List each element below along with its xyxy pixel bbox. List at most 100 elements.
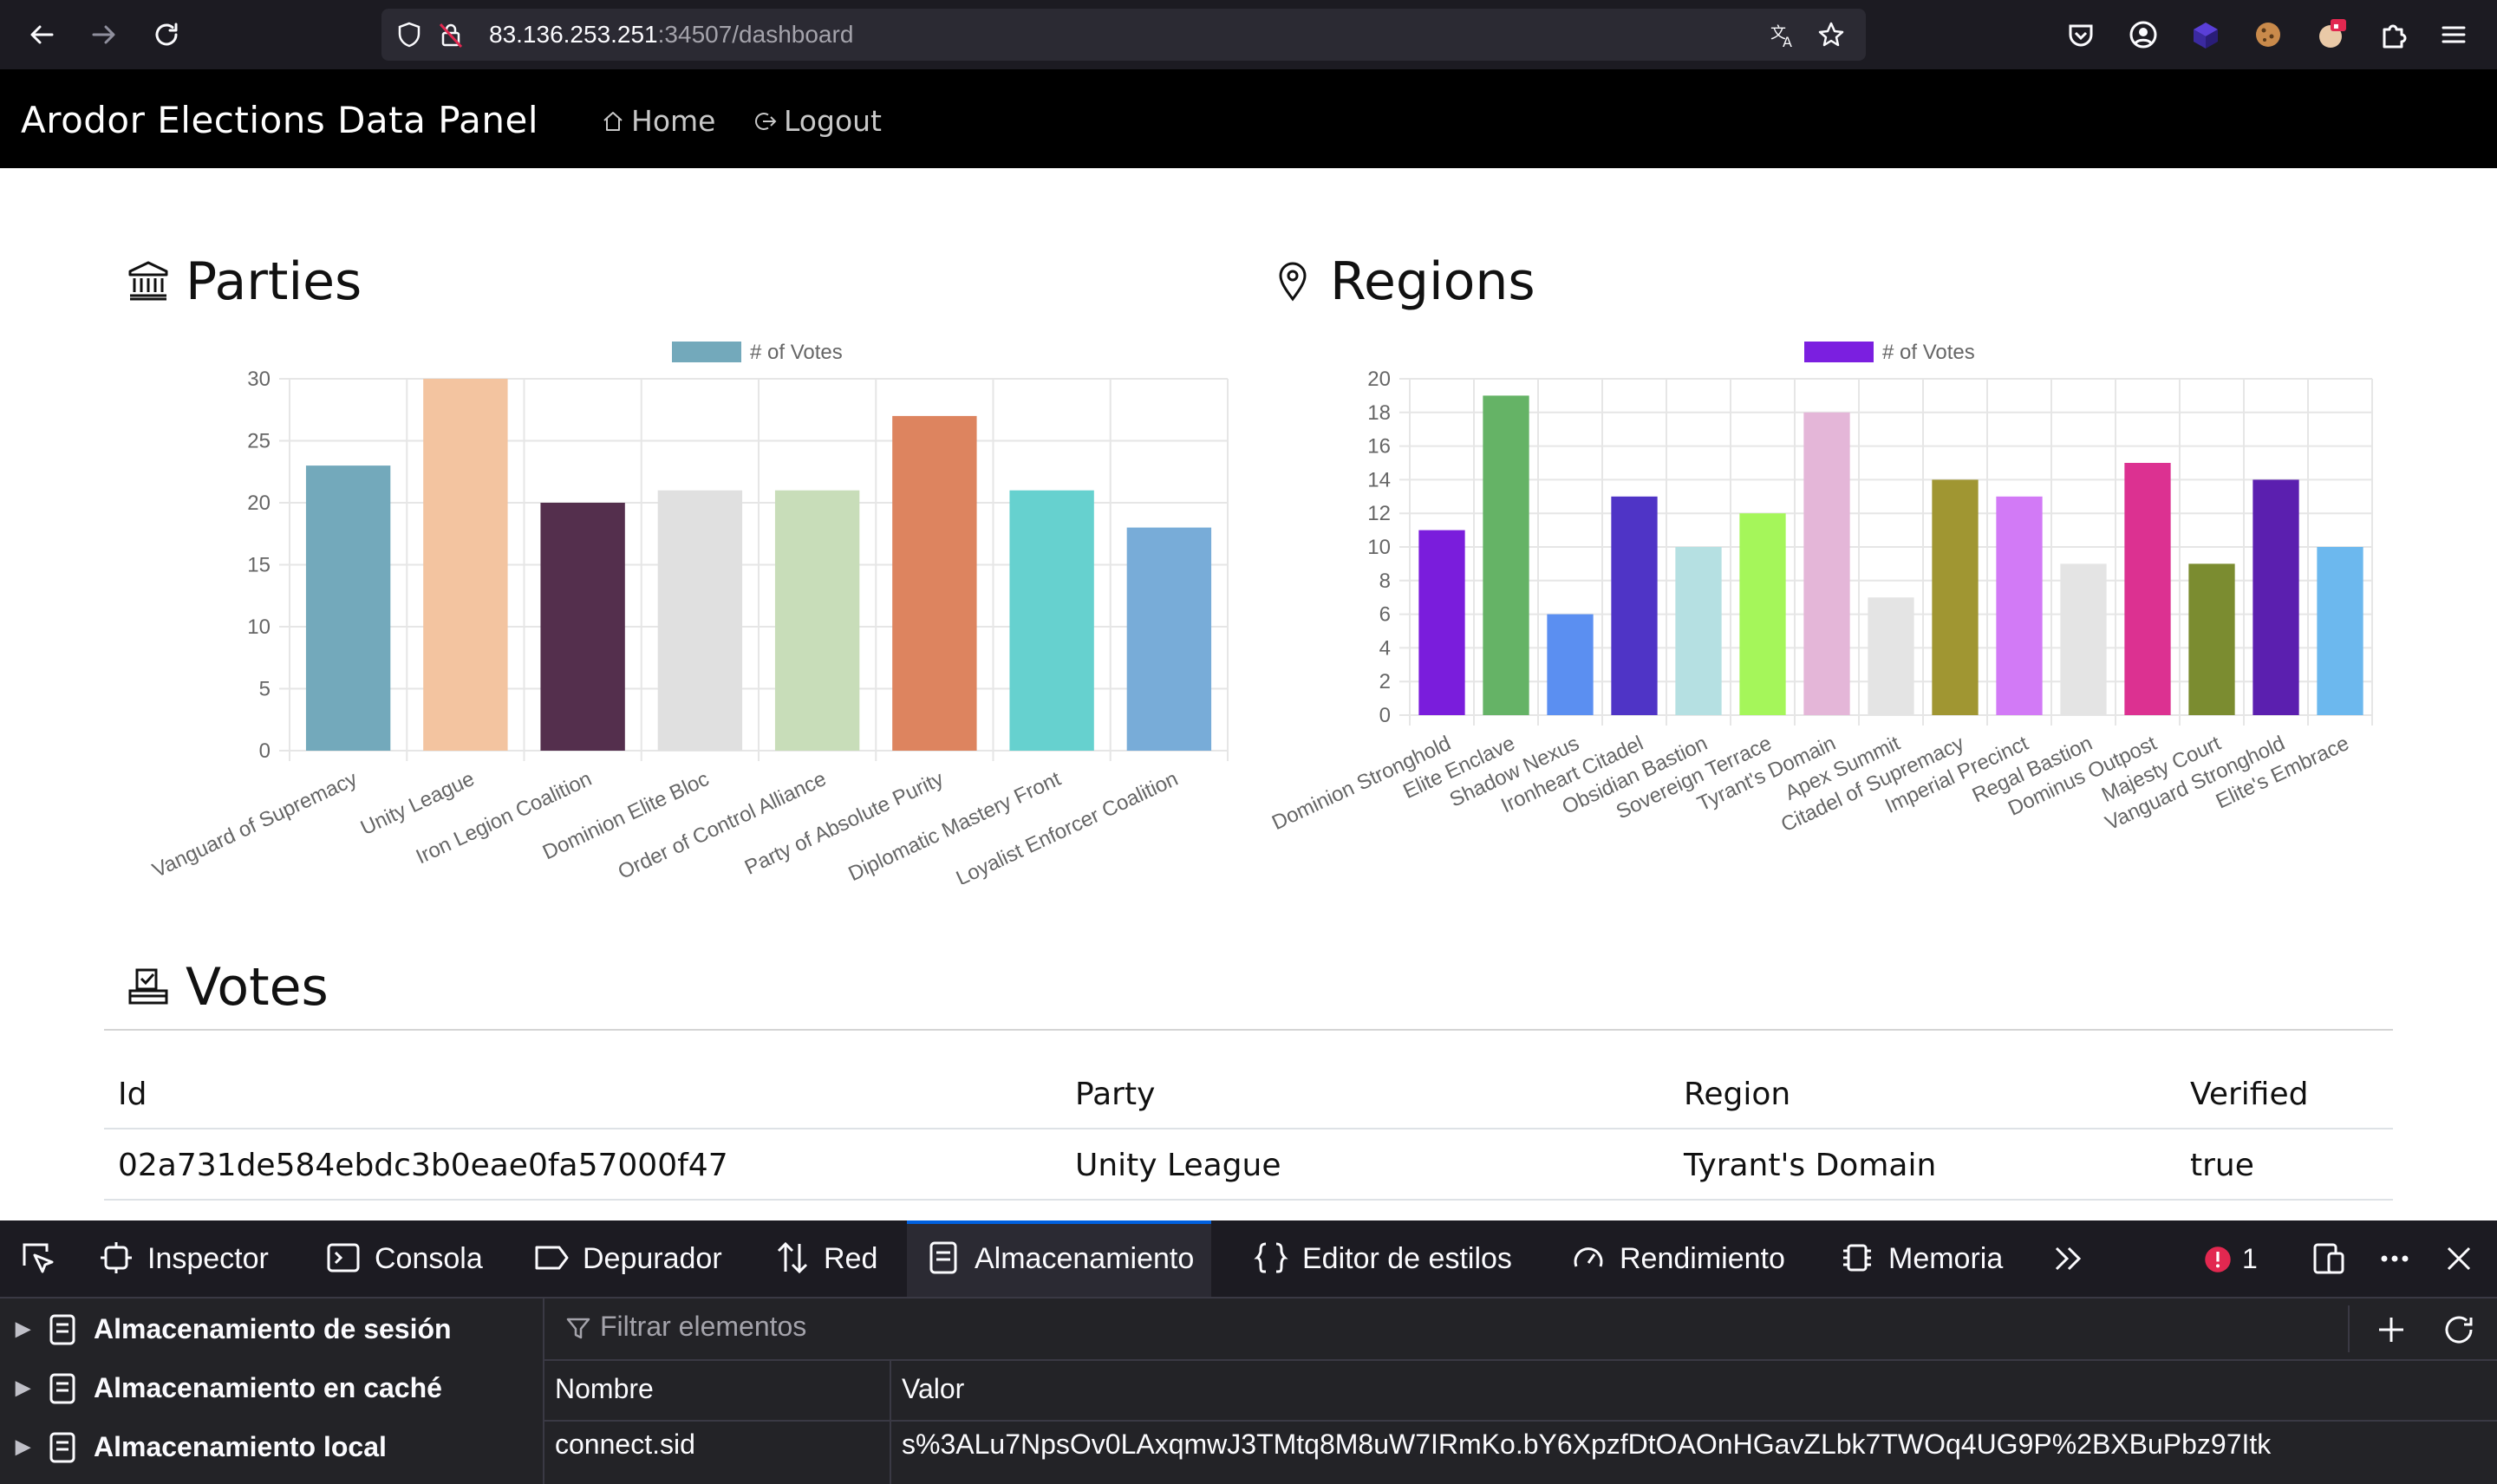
- insecure-lock-icon[interactable]: [437, 21, 465, 49]
- expand-triangle-icon[interactable]: ▶: [16, 1357, 30, 1418]
- extension-badge-icon[interactable]: ▪: [2313, 17, 2348, 52]
- parties-ytick-label: 0: [259, 739, 271, 763]
- regions-bar: [1611, 496, 1658, 715]
- nav-logout-label: Logout: [784, 104, 882, 138]
- chevrons-right-icon[interactable]: [2050, 1240, 2088, 1278]
- star-icon[interactable]: [1817, 21, 1845, 49]
- regions-heading: Regions: [1271, 251, 1535, 312]
- column-header-value[interactable]: Valor: [902, 1373, 964, 1405]
- tab-console[interactable]: Consola: [324, 1220, 483, 1297]
- vote-cell-region: Tyrant's Domain: [1684, 1148, 1937, 1183]
- votes-header-region: Region: [1684, 1077, 1791, 1112]
- storage-row-value[interactable]: s%3ALu7NpsOv0LAxqmwJ3TMtq8M8uW7IRmKo.bY6…: [902, 1429, 2271, 1461]
- url-path: :34507/dashboard: [657, 21, 854, 48]
- bank-icon: [128, 261, 168, 301]
- regions-ytick-label: 10: [1367, 536, 1391, 559]
- tab-storage-label: Almacenamiento: [975, 1242, 1195, 1275]
- tab-performance[interactable]: Rendimiento: [1569, 1220, 1785, 1297]
- add-icon[interactable]: [2372, 1311, 2410, 1349]
- votes-heading-text: Votes: [186, 957, 329, 1018]
- brand-title[interactable]: Arodor Elections Data Panel: [21, 99, 538, 141]
- votes-divider: [104, 1029, 2393, 1031]
- error-count-badge[interactable]: 1: [2202, 1220, 2258, 1297]
- home-icon: [603, 112, 623, 131]
- refresh-icon[interactable]: [2440, 1311, 2478, 1349]
- storage-row-name[interactable]: connect.sid: [555, 1429, 695, 1461]
- storage-icon: [49, 1373, 75, 1404]
- active-tab-indicator: [907, 1220, 1212, 1224]
- tab-debugger[interactable]: Depurador: [532, 1220, 722, 1297]
- parties-ytick-label: 5: [259, 678, 271, 701]
- parties-ytick-label: 15: [247, 554, 271, 577]
- expand-triangle-icon[interactable]: ▶: [16, 1298, 30, 1359]
- extension-cube-icon[interactable]: [2188, 17, 2223, 52]
- filter-bar: Filtrar elementos: [544, 1298, 2497, 1361]
- error-count: 1: [2242, 1243, 2258, 1274]
- element-picker-icon[interactable]: [19, 1240, 57, 1278]
- parties-bar: [892, 415, 977, 751]
- tab-inspector-label: Inspector: [147, 1242, 269, 1275]
- nav-home-link[interactable]: Home: [602, 104, 715, 138]
- extensions-puzzle-icon[interactable]: [2376, 17, 2410, 52]
- votes-header-id: Id: [118, 1077, 147, 1112]
- column-header-name[interactable]: Nombre: [555, 1373, 654, 1405]
- back-button[interactable]: [24, 17, 59, 52]
- network-icon: [777, 1241, 808, 1274]
- translate-icon[interactable]: 文A: [1769, 21, 1796, 49]
- sidebar-item-session-storage[interactable]: ▶ Almacenamiento de sesión: [0, 1298, 543, 1359]
- parties-bar: [774, 490, 860, 751]
- url-text[interactable]: 83.136.253.251:34507/dashboard: [489, 21, 853, 49]
- pocket-icon[interactable]: [2063, 17, 2098, 52]
- parties-bar: [305, 465, 391, 751]
- sidebar-item-cache-storage[interactable]: ▶ Almacenamiento en caché: [0, 1357, 543, 1418]
- regions-bar: [1932, 479, 1979, 715]
- parties-ytick-label: 30: [247, 368, 271, 391]
- storage-sidebar: ▶ Almacenamiento de sesión ▶ Almacenamient…: [0, 1298, 544, 1484]
- regions-legend-swatch: [1804, 342, 1874, 362]
- tab-memory[interactable]: Memoria: [1838, 1220, 2003, 1297]
- parties-bar: [1126, 527, 1212, 751]
- address-bar[interactable]: 83.136.253.251:34507/dashboard 文A: [381, 9, 1866, 61]
- parties-bar: [657, 490, 743, 751]
- tab-console-label: Consola: [375, 1242, 483, 1275]
- reload-icon: [155, 23, 178, 46]
- tab-style-editor[interactable]: Editor de estilos: [1252, 1220, 1512, 1297]
- shield-icon[interactable]: [395, 21, 423, 49]
- storage-icon: [49, 1432, 75, 1463]
- sidebar-item-label: Almacenamiento de sesión: [94, 1313, 452, 1344]
- close-icon[interactable]: [2440, 1240, 2478, 1278]
- parties-ytick-label: 25: [247, 430, 271, 453]
- filter-input[interactable]: Filtrar elementos: [600, 1311, 806, 1343]
- tab-storage[interactable]: Almacenamiento: [907, 1220, 1212, 1297]
- responsive-design-icon[interactable]: [2310, 1240, 2348, 1278]
- regions-bar: [1547, 614, 1594, 715]
- parties-bar: [423, 379, 508, 751]
- cookie-icon[interactable]: [2251, 17, 2285, 52]
- parties-xtick-label: Order of Control Alliance: [615, 767, 830, 884]
- parties-xtick-label: Diplomatic Mastery Front: [845, 767, 1065, 884]
- parties-xtick-label: Loyalist Enforcer Coalition: [953, 767, 1182, 884]
- forward-button[interactable]: [87, 17, 121, 52]
- reload-button[interactable]: [149, 17, 184, 52]
- parties-xtick-label: Party of Absolute Purity: [741, 767, 948, 880]
- menu-icon[interactable]: [2436, 17, 2471, 52]
- app-navbar: Arodor Elections Data Panel Home Logout: [0, 69, 2497, 168]
- tab-network-label: Red: [824, 1242, 878, 1275]
- regions-ytick-label: 12: [1367, 502, 1391, 525]
- tab-inspector[interactable]: Inspector: [97, 1220, 284, 1297]
- ballot-box-icon: [128, 968, 168, 1005]
- regions-legend-label: # of Votes: [1882, 341, 1975, 364]
- votes-header-verified: Verified: [2190, 1077, 2309, 1112]
- svg-text:A: A: [1783, 34, 1792, 49]
- console-icon: [327, 1243, 360, 1272]
- regions-ytick-label: 18: [1367, 401, 1391, 425]
- table-row-divider: [104, 1199, 2393, 1201]
- sidebar-item-local-storage[interactable]: ▶ Almacenamiento local: [0, 1416, 543, 1477]
- table-header-divider: [104, 1128, 2393, 1129]
- nav-logout-link[interactable]: Logout: [754, 104, 882, 138]
- tab-network[interactable]: Red: [773, 1220, 877, 1297]
- account-icon[interactable]: [2126, 17, 2161, 52]
- more-options-icon[interactable]: [2376, 1240, 2414, 1278]
- nav-home-label: Home: [631, 104, 716, 138]
- expand-triangle-icon[interactable]: ▶: [16, 1416, 30, 1477]
